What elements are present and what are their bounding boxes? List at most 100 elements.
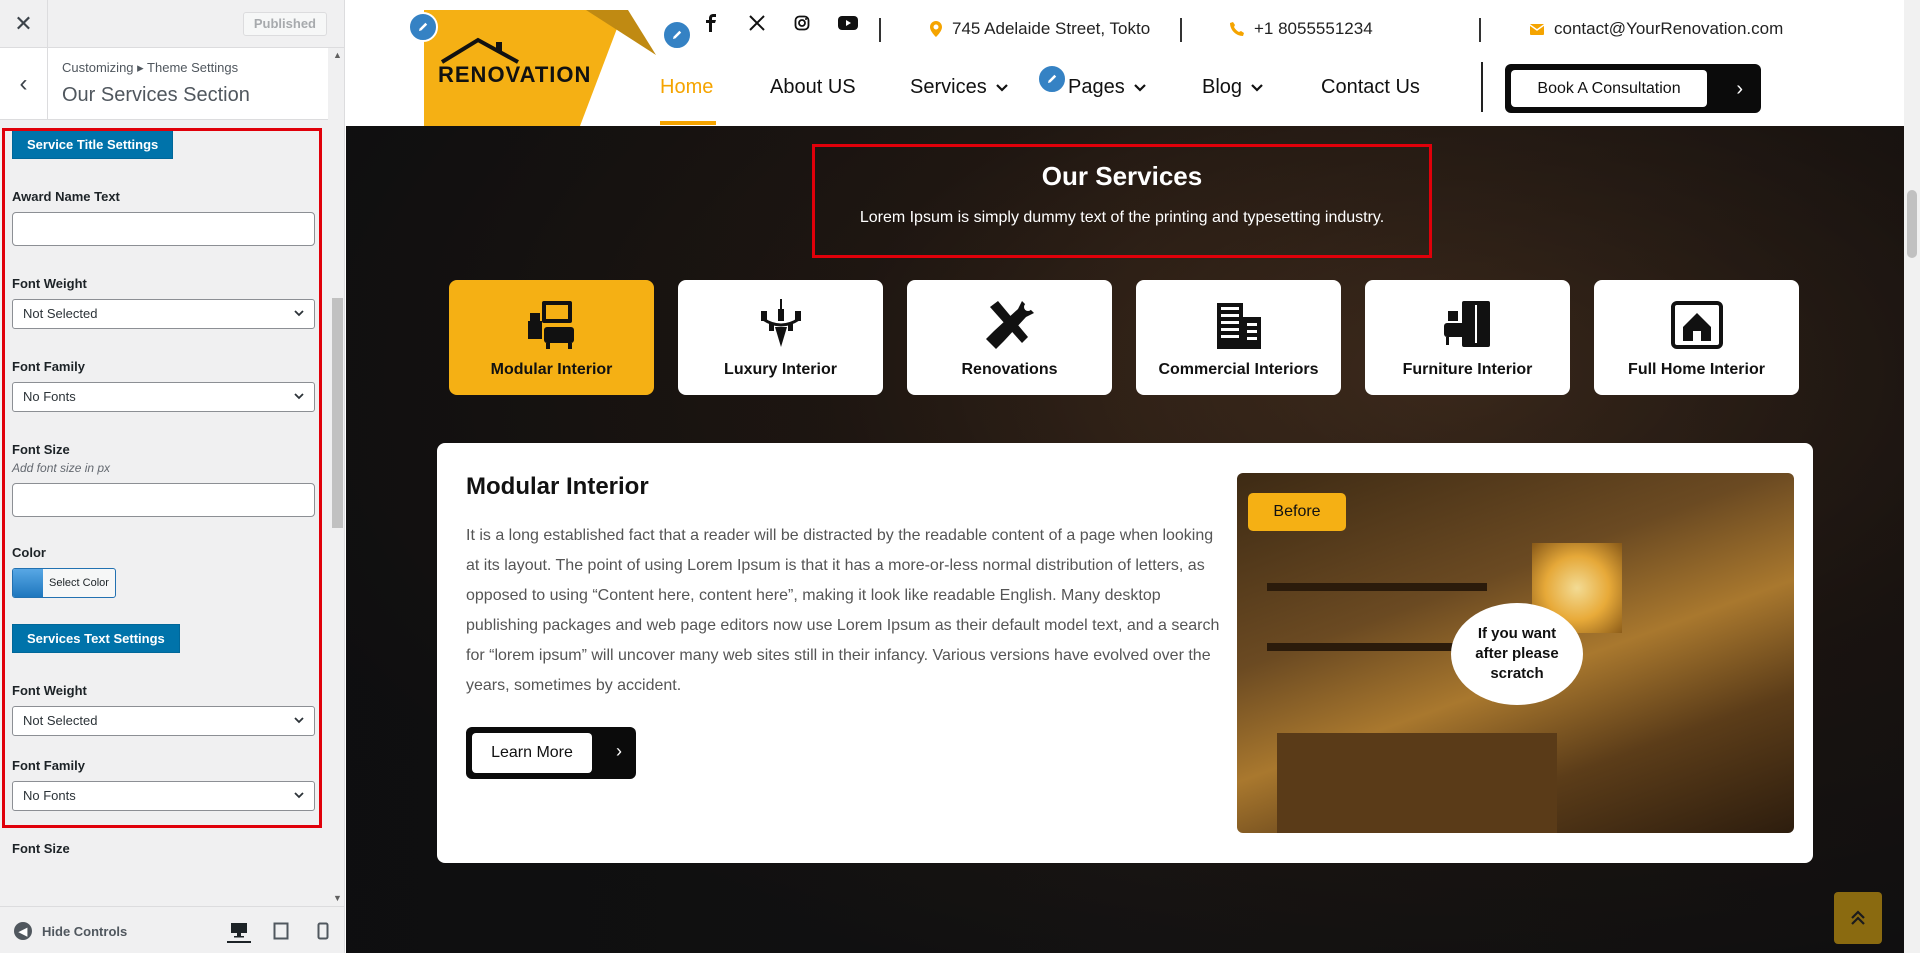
nav-blog[interactable]: Blog [1202, 76, 1264, 99]
nav-contact[interactable]: Contact Us [1321, 76, 1420, 99]
double-chevron-up-icon [1851, 910, 1865, 925]
scroll-to-top-button[interactable] [1834, 892, 1882, 944]
modular-interior-icon [527, 301, 574, 349]
breadcrumb: Customizing ▸ Theme Settings [62, 60, 239, 75]
chevron-down-icon [1251, 83, 1263, 92]
select-color-button[interactable]: Select Color [12, 568, 116, 598]
customizer-footer: ◀ Hide Controls [0, 906, 344, 953]
font-weight-value-2: Not Selected [23, 713, 98, 728]
preview-scrollbar[interactable] [1904, 0, 1920, 953]
site-preview: RENOVATION 745 Adelaide Street, Tokto +1… [346, 0, 1920, 953]
font-weight-select-2[interactable]: Not Selected [12, 706, 315, 736]
kitchen-photo[interactable]: Before If you want after please scratch [1237, 473, 1794, 833]
before-badge: Before [1248, 493, 1346, 531]
book-consultation-button[interactable]: Book A Consultation › [1505, 64, 1761, 113]
pencil-edit-icon[interactable] [1037, 64, 1067, 94]
active-nav-indicator [660, 121, 716, 125]
published-button[interactable]: Published [242, 12, 327, 36]
color-label: Color [12, 545, 46, 560]
nav-about-label: About US [770, 76, 856, 98]
award-name-label: Award Name Text [12, 189, 120, 204]
sidebar-scrollbar[interactable]: ▲ ▼ [330, 48, 344, 906]
location-pin-icon [930, 21, 942, 37]
color-swatch [13, 569, 43, 597]
chevron-down-icon [294, 393, 304, 400]
customizer-sidebar: ✕ Published ‹ Customizing ▸ Theme Settin… [0, 0, 345, 953]
logo-text[interactable]: RENOVATION [438, 62, 591, 88]
phone-text: +1 8055551234 [1254, 19, 1373, 38]
font-family-label: Font Family [12, 359, 85, 374]
chevron-down-icon [294, 792, 304, 799]
youtube-icon[interactable] [837, 12, 859, 34]
pencil-edit-icon[interactable] [408, 12, 438, 42]
desktop-preview-icon[interactable] [227, 919, 251, 943]
home-frame-icon [1670, 301, 1723, 349]
mobile-preview-icon[interactable] [311, 919, 335, 943]
hide-controls-button[interactable]: ◀ Hide Controls [14, 922, 127, 940]
services-subtitle: Lorem Ipsum is simply dummy text of the … [859, 209, 1385, 226]
furniture-icon [1443, 301, 1490, 347]
book-consultation-label: Book A Consultation [1511, 70, 1707, 107]
tab-commercial-interiors[interactable]: Commercial Interiors [1136, 280, 1341, 395]
section-title: Our Services Section [62, 84, 250, 106]
nav-home[interactable]: Home [660, 76, 713, 99]
email-item[interactable]: contact@YourRenovation.com [1530, 19, 1783, 39]
font-family-label-2: Font Family [12, 758, 85, 773]
phone-icon [1230, 22, 1244, 36]
learn-more-button[interactable]: Learn More › [466, 727, 636, 779]
scrollbar-thumb[interactable] [1907, 190, 1917, 258]
scratch-hint[interactable]: If you want after please scratch [1451, 603, 1583, 705]
font-family-value-2: No Fonts [23, 788, 76, 803]
house-roof-icon [440, 37, 519, 64]
address-text: 745 Adelaide Street, Tokto [952, 19, 1151, 38]
service-detail-card: Modular Interior It is a long establishe… [437, 443, 1813, 863]
chevron-down-icon [1133, 83, 1146, 92]
nav-contact-label: Contact Us [1321, 76, 1420, 98]
section-header: ‹ Customizing ▸ Theme Settings Our Servi… [0, 48, 328, 120]
nav-services-label: Services [910, 76, 987, 98]
photo-table [1277, 733, 1557, 833]
services-title: Our Services [1041, 161, 1203, 191]
chevron-down-icon [995, 83, 1008, 92]
back-arrow-icon[interactable]: ‹ [0, 48, 48, 120]
service-detail-text: It is a long established fact that a rea… [466, 527, 1220, 694]
font-weight-select[interactable]: Not Selected [12, 299, 315, 329]
nav-pages[interactable]: Pages [1068, 76, 1147, 99]
font-weight-label: Font Weight [12, 276, 87, 291]
chevron-right-icon: › [616, 741, 622, 761]
scrollbar-thumb[interactable] [332, 298, 343, 528]
scroll-up-icon[interactable]: ▲ [332, 50, 343, 61]
font-weight-label-2: Font Weight [12, 683, 87, 698]
tablet-preview-icon[interactable] [269, 919, 293, 943]
divider [1481, 62, 1483, 112]
x-twitter-icon[interactable] [746, 12, 768, 34]
phone-item[interactable]: +1 8055551234 [1230, 19, 1373, 39]
service-title-settings-heading: Service Title Settings [12, 130, 174, 159]
tab-luxury-interior[interactable]: Luxury Interior [678, 280, 883, 395]
font-family-value: No Fonts [23, 389, 76, 404]
facebook-icon[interactable] [700, 12, 722, 34]
close-icon[interactable]: ✕ [0, 0, 48, 48]
font-size-input[interactable] [12, 483, 315, 517]
nav-about[interactable]: About US [770, 76, 856, 99]
building-icon [1216, 303, 1261, 349]
hide-arrow-icon: ◀ [14, 922, 32, 940]
tab-renovations[interactable]: Renovations [907, 280, 1112, 395]
tab-label: Renovations [961, 361, 1058, 378]
nav-services[interactable]: Services [910, 76, 1009, 99]
tab-full-home-interior[interactable]: Full Home Interior [1594, 280, 1799, 395]
divider [1479, 18, 1481, 42]
customizer-topbar: ✕ Published [0, 0, 344, 48]
pencil-edit-icon[interactable] [662, 20, 692, 50]
font-family-select[interactable]: No Fonts [12, 382, 315, 412]
tab-modular-interior[interactable]: Modular Interior [449, 280, 654, 395]
instagram-icon[interactable] [791, 12, 813, 34]
select-color-label: Select Color [49, 577, 109, 589]
scroll-down-icon[interactable]: ▼ [332, 893, 343, 904]
chandelier-icon [760, 299, 801, 347]
tab-furniture-interior[interactable]: Furniture Interior [1365, 280, 1570, 395]
font-family-select-2[interactable]: No Fonts [12, 781, 315, 811]
award-name-input[interactable] [12, 212, 315, 246]
tab-label: Commercial Interiors [1158, 361, 1319, 378]
nav-pages-label: Pages [1068, 76, 1125, 98]
